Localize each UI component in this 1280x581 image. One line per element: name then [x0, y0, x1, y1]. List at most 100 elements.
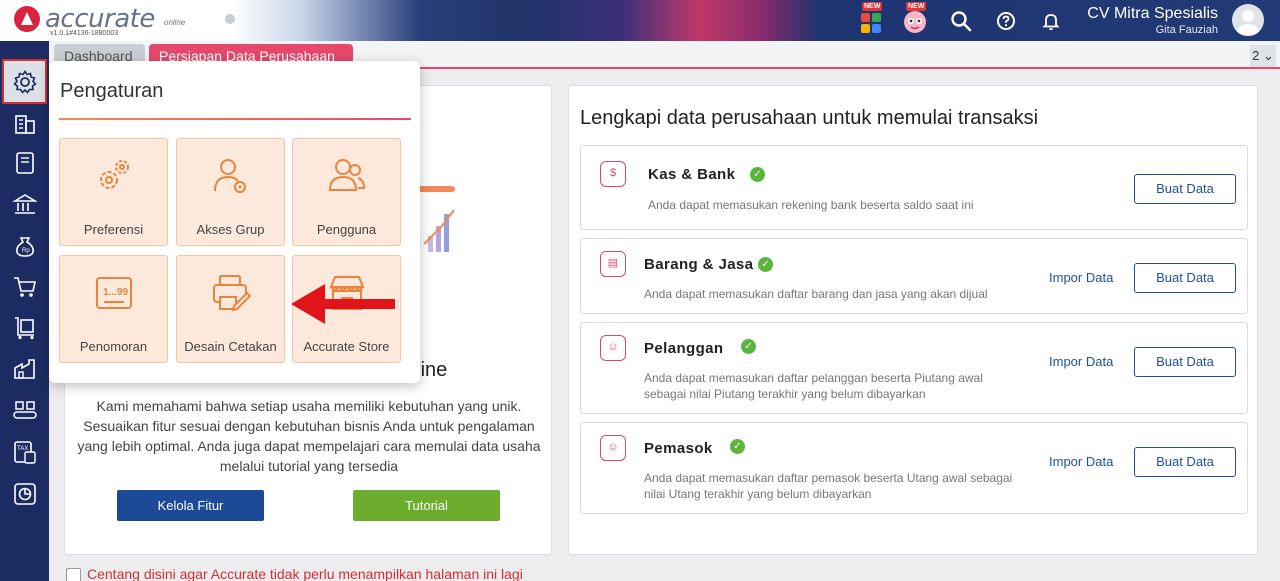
impor-data-link[interactable]: Impor Data — [1049, 354, 1113, 369]
hide-page-checkbox[interactable] — [66, 568, 81, 581]
hide-page-label[interactable]: Centang disini agar Accurate tidak perlu… — [87, 566, 523, 581]
row-title: Barang & Jasa — [644, 256, 754, 273]
tile-penomoran[interactable]: 1...99 Penomoran — [59, 255, 168, 363]
illustration-chart-icon — [423, 209, 455, 252]
book-icon — [15, 152, 34, 174]
status-dot — [225, 14, 235, 24]
supplier-icon: ☺ — [600, 435, 626, 461]
buat-data-button[interactable]: Buat Data — [1134, 447, 1236, 477]
sidebar-item-sales[interactable] — [9, 272, 40, 303]
sidebar-item-tax[interactable]: TAX — [9, 437, 40, 468]
row-title: Pelanggan — [644, 340, 724, 357]
mascot-icon — [904, 11, 926, 33]
mascot-button[interactable]: NEW — [902, 2, 928, 34]
row-desc: Anda dapat memasukan daftar pemasok bese… — [644, 471, 1013, 501]
numbering-glyph: 1...99 — [103, 287, 128, 298]
sidebar-item-bank[interactable] — [9, 189, 40, 220]
accurate-logo-icon — [14, 6, 40, 32]
sidebar-item-settings[interactable] — [2, 59, 47, 104]
app-version: v1.0.1#4136-1880003 — [50, 30, 119, 37]
bank-icon — [11, 194, 38, 214]
new-badge: NEW — [906, 2, 927, 11]
tile-preferensi[interactable]: Preferensi — [59, 138, 168, 246]
cash-bank-icon: $ — [600, 161, 626, 187]
row-desc: Anda dapat memasukan rekening bank beser… — [648, 198, 974, 212]
gear-icon — [13, 70, 37, 94]
setup-row-barang-jasa: ▤ Barang & Jasa ✓ Anda dapat memasukan d… — [580, 238, 1248, 314]
numbering-icon: 1...99 — [96, 277, 132, 309]
help-button[interactable] — [993, 8, 1019, 34]
gears-icon — [100, 160, 129, 189]
tax-icon: TAX — [13, 441, 36, 464]
check-icon: ✓ — [758, 257, 773, 272]
report-chart-icon — [13, 483, 36, 505]
check-icon: ✓ — [750, 167, 765, 182]
tile-desain-cetakan[interactable]: Desain Cetakan — [176, 255, 285, 363]
setup-heading: Lengkapi data perusahaan untuk memulai t… — [580, 107, 1039, 129]
setup-row-pemasok: ☺ Pemasok ✓ Anda dapat memasukan daftar … — [580, 422, 1248, 514]
impor-data-link[interactable]: Impor Data — [1049, 454, 1113, 469]
buat-data-button[interactable]: Buat Data — [1134, 174, 1236, 204]
check-icon: ✓ — [741, 339, 756, 354]
company-name: CV Mitra Spesialis — [1087, 5, 1218, 22]
sidebar-item-inventory[interactable] — [9, 354, 40, 385]
tile-label: Preferensi — [83, 222, 144, 237]
user-group-access-icon — [214, 159, 246, 193]
bell-icon — [1042, 14, 1060, 31]
row-title: Pemasok — [644, 440, 713, 457]
avatar[interactable] — [1232, 4, 1264, 36]
search-button[interactable] — [948, 8, 974, 34]
row-desc: Anda dapat memasukan daftar pelanggan be… — [644, 371, 983, 401]
user-name: Gita Fauziah — [1155, 24, 1218, 36]
popup-divider — [59, 118, 411, 120]
help-icon — [997, 12, 1015, 30]
tile-akses-grup[interactable]: Akses Grup — [176, 138, 285, 246]
notification-button[interactable] — [1038, 8, 1064, 34]
sidebar: Rp TAX — [0, 41, 49, 581]
sidebar-item-money[interactable]: Rp — [9, 231, 40, 262]
tile-label: Accurate Store — [303, 339, 390, 354]
tile-pengguna[interactable]: Pengguna — [292, 138, 401, 246]
buat-data-button[interactable]: Buat Data — [1134, 347, 1236, 377]
impor-data-link[interactable]: Impor Data — [1049, 270, 1113, 285]
settings-popup: Pengaturan Preferensi Akses Grup Penggun… — [49, 61, 420, 383]
building-icon — [14, 115, 35, 134]
setup-row-kas-bank: $ Kas & Bank ✓ Anda dapat memasukan reke… — [580, 145, 1248, 230]
apps-grid-icon — [861, 13, 881, 33]
tile-label: Akses Grup — [196, 222, 265, 237]
tile-label: Penomoran — [79, 339, 148, 354]
sidebar-item-reports[interactable] — [9, 479, 40, 510]
kelola-fitur-button[interactable]: Kelola Fitur — [117, 490, 264, 521]
tile-label: Desain Cetakan — [184, 339, 277, 354]
tile-label: Pengguna — [316, 222, 377, 237]
row-desc: Anda dapat memasukan daftar barang dan j… — [644, 287, 988, 301]
print-design-icon — [213, 275, 251, 312]
trolley-icon — [14, 317, 34, 340]
sidebar-item-production[interactable] — [9, 395, 40, 426]
setup-card: Lengkapi data perusahaan untuk memulai t… — [568, 85, 1258, 555]
company-switcher[interactable]: CV Mitra Spesialis Gita Fauziah — [1087, 5, 1218, 36]
users-icon — [328, 159, 366, 191]
goods-icon: ▤ — [600, 251, 626, 277]
sidebar-item-purchase[interactable] — [9, 313, 40, 344]
sidebar-item-company[interactable] — [9, 108, 40, 139]
brand-suffix: online — [164, 18, 186, 27]
money-bag-icon: Rp — [15, 237, 34, 257]
setup-row-pelanggan: ☺ Pelanggan ✓ Anda dapat memasukan dafta… — [580, 322, 1248, 414]
tutorial-button[interactable]: Tutorial — [353, 490, 500, 521]
top-bar: accurate online v1.0.1#4136-1880003 NEW … — [0, 0, 1280, 41]
apps-button[interactable]: NEW — [858, 2, 884, 34]
sidebar-item-ledger[interactable] — [9, 148, 40, 179]
search-icon — [951, 11, 972, 32]
warehouse-icon — [13, 359, 35, 379]
svg-text:Rp: Rp — [22, 248, 30, 254]
row-title: Kas & Bank — [648, 166, 736, 183]
tab-count-dropdown[interactable]: 2 ⌄ — [1250, 45, 1276, 67]
customer-icon: ☺ — [600, 335, 626, 361]
check-icon: ✓ — [730, 439, 745, 454]
popup-title: Pengaturan — [60, 80, 164, 102]
buat-data-button[interactable]: Buat Data — [1134, 263, 1236, 293]
new-badge: NEW — [862, 2, 883, 11]
svg-text:TAX: TAX — [17, 446, 28, 452]
cart-icon — [13, 277, 36, 297]
